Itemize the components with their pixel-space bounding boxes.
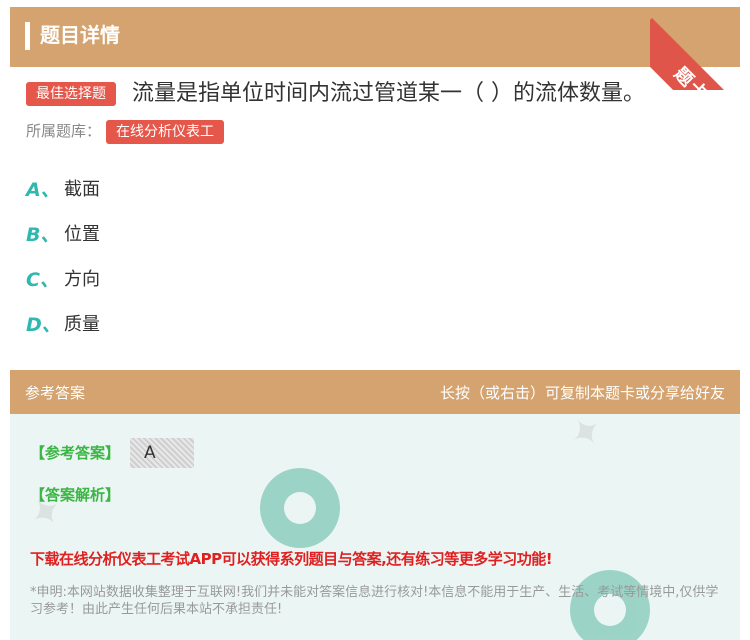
option-letter: A、 [26, 178, 60, 201]
option-b[interactable]: B、 位置 [26, 220, 100, 246]
option-letter: D、 [26, 313, 61, 336]
watermark-logo-icon [260, 468, 340, 548]
question-card-ribbon[interactable]: 题卡 [650, 0, 750, 90]
question-text: 流量是指单位时间内流过管道某一（ ）的流体数量。 [132, 81, 645, 106]
option-a[interactable]: A、 截面 [26, 175, 100, 201]
bank-label: 所属题库： [26, 122, 102, 140]
share-hint: 长按（或右击）可复制本题卡或分享给好友 [439, 384, 725, 402]
answer-analysis-label: 【答案解析】 [30, 486, 121, 504]
reference-answer-value: A [130, 438, 194, 468]
disclaimer: *申明:本网站数据收集整理于互联网!我们并未能对答案信息进行核对!本信息不能用于… [30, 585, 719, 617]
answer-header-title: 参考答案 [25, 384, 86, 402]
bank-badge[interactable]: 在线分析仪表工 [106, 120, 224, 144]
option-text: 截面 [64, 179, 100, 200]
answer-header: 参考答案 长按（或右击）可复制本题卡或分享给好友 [10, 370, 740, 414]
reference-answer-label: 【参考答案】 [30, 444, 121, 462]
option-letter: B、 [26, 223, 60, 246]
option-c[interactable]: C、 方向 [26, 265, 100, 291]
answer-section[interactable]: ✦ ✦ 参考答案 长按（或右击）可复制本题卡或分享给好友 【参考答案】 A 【答… [10, 370, 740, 640]
question-type-badge: 最佳选择题 [26, 82, 116, 106]
option-text: 位置 [64, 224, 100, 245]
ribbon-label: 题卡 [669, 63, 713, 90]
app-download-promo[interactable]: 下载在线分析仪表工考试APP可以获得系列题目与答案,还有练习等更多学习功能! [30, 548, 553, 569]
option-text: 质量 [64, 314, 100, 335]
option-letter: C、 [26, 268, 59, 291]
option-d[interactable]: D、 质量 [26, 310, 100, 336]
header-accent-bar [25, 22, 30, 50]
option-text: 方向 [64, 269, 100, 290]
page-title: 题目详情 [40, 23, 120, 47]
